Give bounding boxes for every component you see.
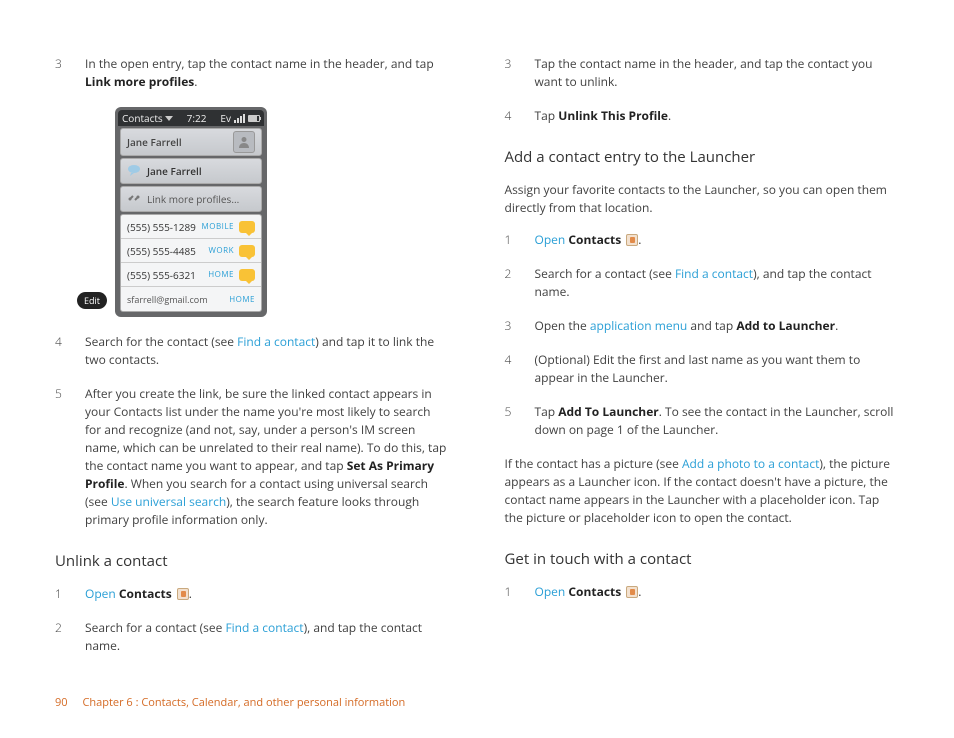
add-step-2: 2 Search for a contact (see Find a conta…	[505, 265, 900, 301]
contacts-app-icon	[626, 234, 638, 246]
add-launcher-note: If the contact has a picture (see Add a …	[505, 455, 900, 527]
add-step-4: 4 (Optional) Edit the first and last nam…	[505, 351, 900, 387]
add-photo-link[interactable]: Add a photo to a contact	[682, 455, 819, 472]
contact-header: Jane Farrell	[120, 128, 262, 156]
add-step-3: 3 Open the application menu and tap Add …	[505, 317, 900, 335]
step-3: 3 In the open entry, tap the contact nam…	[55, 55, 450, 91]
section-get-in-touch: Get in touch with a contact	[505, 549, 900, 569]
linked-profile-row: Jane Farrell	[120, 158, 262, 184]
unlink-step-1: 1 Open Contacts .	[55, 585, 450, 603]
step-5: 5 After you create the link, be sure the…	[55, 385, 450, 529]
unlink-step-2: 2 Search for a contact (see Find a conta…	[55, 619, 450, 655]
section-unlink: Unlink a contact	[55, 551, 450, 571]
open-link[interactable]: Open	[535, 231, 566, 248]
left-column: 3 In the open entry, tap the contact nam…	[55, 55, 450, 671]
sms-icon	[239, 269, 255, 281]
page-footer: 90 Chapter 6 : Contacts, Calendar, and o…	[55, 695, 405, 710]
phone-row: (555) 555-1289MOBILE	[121, 215, 261, 239]
r-step-3: 3 Tap the contact name in the header, an…	[505, 55, 900, 91]
find-a-contact-link[interactable]: Find a contact	[237, 333, 315, 350]
edit-badge: Edit	[77, 292, 107, 309]
contacts-app-icon	[177, 588, 189, 600]
find-a-contact-link[interactable]: Find a contact	[225, 619, 303, 636]
right-column: 3 Tap the contact name in the header, an…	[505, 55, 900, 671]
sms-icon	[239, 221, 255, 233]
chat-icon	[127, 164, 141, 179]
find-a-contact-link[interactable]: Find a contact	[675, 265, 753, 282]
phone-app-label: Contacts	[122, 111, 163, 125]
section-add-launcher: Add a contact entry to the Launcher	[505, 147, 900, 167]
use-universal-search-link[interactable]: Use universal search	[111, 493, 226, 510]
phone-row: (555) 555-6321HOME	[121, 263, 261, 287]
add-launcher-intro: Assign your favorite contacts to the Lau…	[505, 181, 900, 217]
phone-statusbar: Contacts 7:22 Ev	[118, 110, 264, 126]
battery-icon	[248, 115, 260, 122]
open-link[interactable]: Open	[85, 585, 116, 602]
phone-list: (555) 555-1289MOBILE (555) 555-4485WORK …	[120, 214, 262, 312]
email-row: sfarrell@gmail.comHOME	[121, 287, 261, 311]
phone-time: 7:22	[187, 111, 207, 125]
phone-row: (555) 555-4485WORK	[121, 239, 261, 263]
add-step-5: 5 Tap Add To Launcher. To see the contac…	[505, 403, 900, 439]
contacts-app-icon	[626, 586, 638, 598]
chapter-label: Chapter 6 : Contacts, Calendar, and othe…	[82, 695, 405, 710]
open-link[interactable]: Open	[535, 583, 566, 600]
git-step-1: 1 Open Contacts .	[505, 583, 900, 601]
chevron-down-icon	[165, 116, 173, 121]
r-step-4: 4 Tap Unlink This Profile.	[505, 107, 900, 125]
add-step-1: 1 Open Contacts .	[505, 231, 900, 249]
step-4: 4 Search for the contact (see Find a con…	[55, 333, 450, 369]
sms-icon	[239, 245, 255, 257]
link-icon	[127, 192, 141, 207]
application-menu-link[interactable]: application menu	[590, 317, 687, 334]
phone-screenshot: Contacts 7:22 Ev Jane Farrell Jane Farre…	[85, 107, 237, 317]
avatar-placeholder-icon	[233, 131, 255, 153]
link-more-row: Link more profiles...	[120, 186, 262, 212]
signal-icon	[234, 114, 245, 123]
page-number: 90	[55, 695, 68, 710]
